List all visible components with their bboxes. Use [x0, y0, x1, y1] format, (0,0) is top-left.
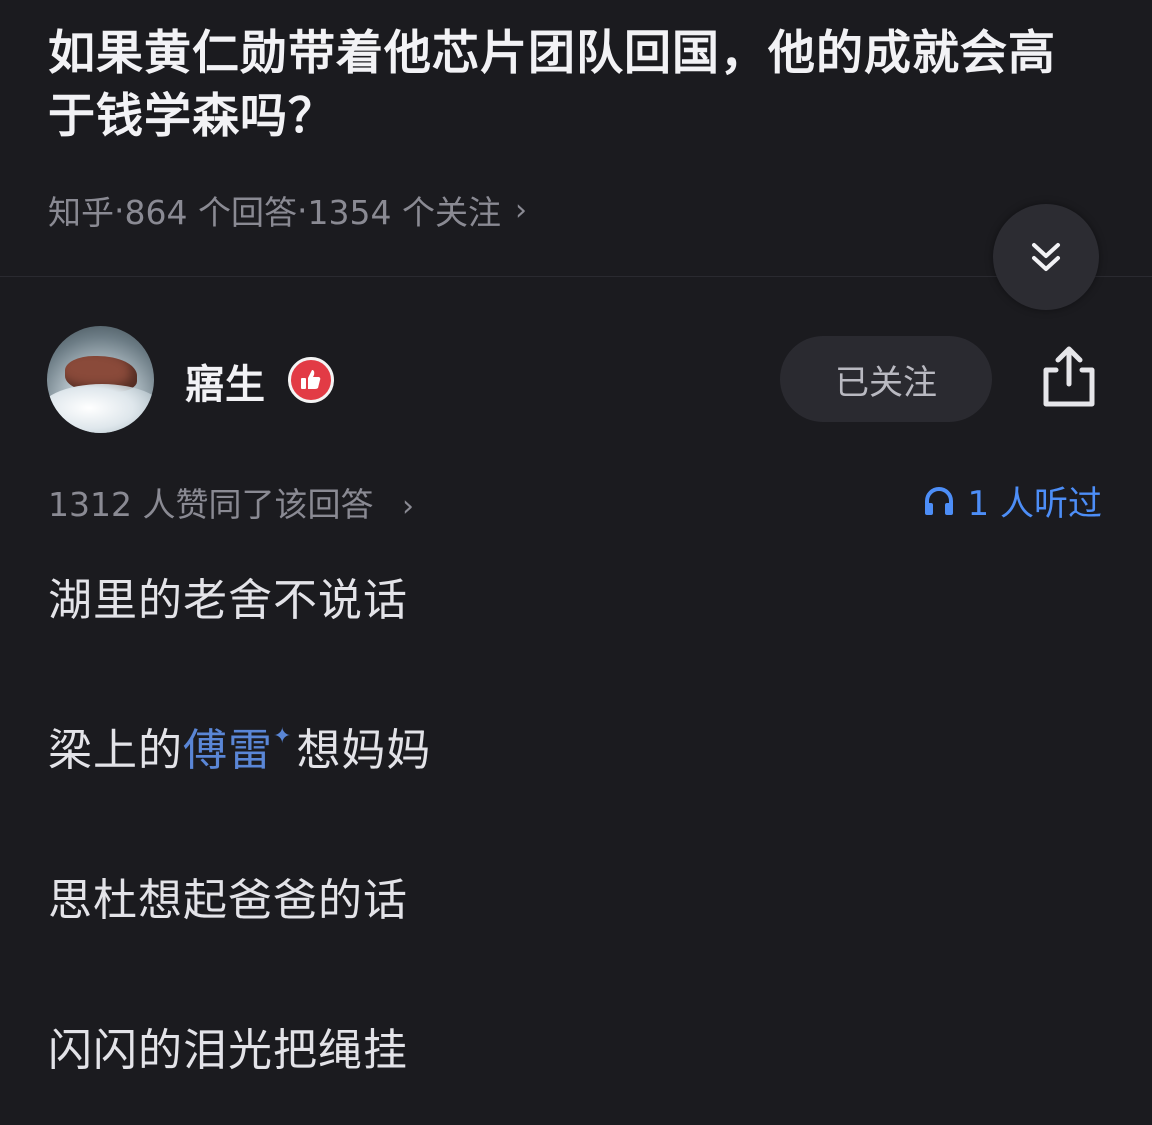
avatar[interactable] [47, 326, 154, 433]
answer-line: 思杜想起爸爸的话 [48, 875, 408, 926]
source-label: 知乎 [48, 193, 114, 232]
answer-line: 梁上的傅雷✦想妈妈 [48, 714, 431, 778]
thumbs-up-icon[interactable] [288, 357, 334, 403]
chevron-right-icon: › [401, 489, 414, 524]
divider [0, 276, 1152, 277]
chevron-right-icon: › [514, 192, 527, 228]
follow-button[interactable]: 已关注 [780, 336, 992, 422]
question-title[interactable]: 如果黄仁勋带着他芯片团队回国，他的成就会高于钱学森吗？ [48, 22, 1058, 148]
headphones-icon [924, 486, 953, 515]
share-button[interactable] [1038, 344, 1100, 410]
share-icon [1043, 346, 1095, 407]
answer-text: 梁上的 [48, 725, 183, 776]
listen-count: 1 人听过 [967, 484, 1102, 524]
follower-count: 1354 个关注 [307, 193, 501, 232]
answer-line: 湖里的老舍不说话 [48, 575, 408, 626]
question-meta[interactable]: 知乎 · 864 个回答 · 1354 个关注 › [48, 186, 527, 234]
search-link[interactable]: 傅雷 [183, 725, 273, 776]
answer-text: 想妈妈 [296, 725, 432, 776]
double-chevron-down-icon [1032, 243, 1060, 271]
listen-button[interactable]: 1 人听过 [922, 476, 1102, 525]
meta-separator: · [296, 190, 308, 230]
collapse-button[interactable] [993, 204, 1099, 310]
author-name[interactable]: 寤生 [185, 352, 265, 410]
meta-separator: · [114, 190, 125, 230]
vote-count: 1312 人赞同了该回答 [48, 485, 374, 524]
answer-count: 864 个回答 [124, 193, 297, 232]
sparkle-icon: ✦ [273, 724, 293, 749]
answer-line: 闪闪的泪光把绳挂 [48, 1025, 408, 1076]
vote-count-link[interactable]: 1312 人赞同了该回答 › [48, 478, 414, 526]
